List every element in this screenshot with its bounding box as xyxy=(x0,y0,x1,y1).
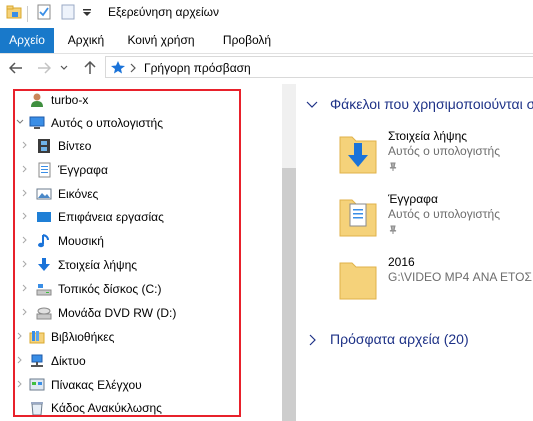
downloads-folder-icon xyxy=(338,129,378,177)
pin-icon xyxy=(388,161,398,171)
properties-icon[interactable] xyxy=(36,4,52,20)
chevron-down-icon[interactable] xyxy=(306,98,318,112)
folder-name: Στοιχεία λήψης xyxy=(388,129,468,143)
up-button[interactable] xyxy=(80,58,100,78)
folder-app-icon xyxy=(6,4,22,20)
tab-view[interactable]: Προβολή xyxy=(210,28,284,53)
navigation-bar: Γρήγορη πρόσβαση xyxy=(0,54,533,82)
highlight-annotation xyxy=(13,89,241,417)
divider xyxy=(27,6,28,22)
navigation-pane: turbo-x Αυτός ο υπολογιστής Βίντεο Έγγρα… xyxy=(0,84,296,421)
tab-file[interactable]: Αρχείο xyxy=(0,28,54,53)
folder-location: G:\VIDEO MP4 ΑΝΑ ΕΤΟΣ xyxy=(388,270,532,284)
back-button[interactable] xyxy=(6,58,26,78)
breadcrumb-chevron-icon[interactable] xyxy=(130,62,136,76)
chevron-right-icon[interactable] xyxy=(306,333,318,347)
folder-name: Έγγραφα xyxy=(388,192,438,206)
frequent-folders-title: Φάκελοι που χρησιμοποιούνται συχνά xyxy=(330,96,533,112)
window-title: Εξερεύνηση αρχείων xyxy=(108,5,219,19)
forward-button[interactable] xyxy=(34,58,54,78)
customize-quick-access-icon[interactable] xyxy=(82,4,92,20)
folder-location: Αυτός ο υπολογιστής xyxy=(388,207,500,221)
star-icon xyxy=(110,60,126,77)
folder-location: Αυτός ο υπολογιστής xyxy=(388,144,500,158)
pin-icon xyxy=(388,224,398,234)
address-bar[interactable]: Γρήγορη πρόσβαση xyxy=(105,56,533,78)
address-path[interactable]: Γρήγορη πρόσβαση xyxy=(144,61,251,75)
arrow-left-icon xyxy=(9,62,22,74)
frequent-folder-2016[interactable]: 2016 G:\VIDEO MP4 ΑΝΑ ΕΤΟΣ xyxy=(338,255,533,315)
chevron-down-icon xyxy=(60,65,68,70)
new-folder-icon[interactable] xyxy=(60,4,76,20)
content-pane: Φάκελοι που χρησιμοποιούνται συχνά Στοιχ… xyxy=(298,84,533,421)
frequent-folder-documents[interactable]: Έγγραφα Αυτός ο υπολογιστής xyxy=(338,192,533,252)
navigation-scrollbar-thumb[interactable] xyxy=(282,168,296,421)
recent-files-title: Πρόσφατα αρχεία (20) xyxy=(330,331,469,347)
file-explorer-window: Εξερεύνηση αρχείων Αρχείο Αρχική Κοινή χ… xyxy=(0,0,533,421)
arrow-right-icon xyxy=(38,62,51,74)
folder-name: 2016 xyxy=(388,255,415,269)
folder-icon xyxy=(338,255,378,303)
recent-locations-button[interactable] xyxy=(58,58,70,78)
title-bar: Εξερεύνηση αρχείων xyxy=(0,0,533,28)
frequent-folder-downloads[interactable]: Στοιχεία λήψης Αυτός ο υπολογιστής xyxy=(338,129,533,189)
arrow-up-icon xyxy=(84,61,96,74)
tab-share[interactable]: Κοινή χρήση xyxy=(118,28,204,53)
ribbon-tabs: Αρχείο Αρχική Κοινή χρήση Προβολή xyxy=(0,28,533,54)
documents-folder-icon xyxy=(338,192,378,240)
tab-home[interactable]: Αρχική xyxy=(60,28,112,53)
